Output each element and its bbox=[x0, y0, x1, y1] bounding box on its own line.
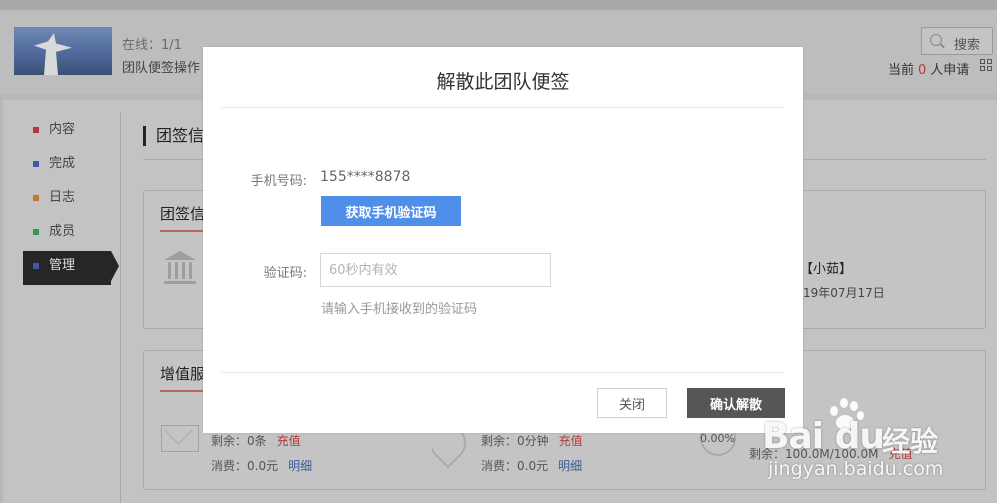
phone-label: 手机号码: bbox=[250, 174, 307, 189]
disband-dialog: 解散此团队便签 手机号码: 155****8878 获取手机验证码 验证码: 请… bbox=[203, 47, 803, 433]
code-label: 验证码: bbox=[263, 266, 307, 281]
verification-code-input[interactable] bbox=[320, 253, 551, 287]
baidu-watermark: Bai du 经验 jingyan.baidu.com bbox=[762, 398, 992, 482]
phone-number: 155****8878 bbox=[320, 169, 411, 185]
watermark-suffix: 经验 bbox=[882, 425, 939, 458]
dialog-header-divider bbox=[221, 107, 785, 108]
dialog-footer-divider bbox=[221, 372, 785, 373]
dialog-title: 解散此团队便签 bbox=[436, 71, 570, 93]
watermark-brand: Bai du bbox=[762, 416, 885, 457]
close-button[interactable]: 关闭 bbox=[597, 388, 667, 418]
get-verification-code-button[interactable]: 获取手机验证码 bbox=[321, 196, 461, 226]
watermark-url: jingyan.baidu.com bbox=[768, 458, 944, 480]
code-hint: 请输入手机接收到的验证码 bbox=[321, 302, 478, 317]
